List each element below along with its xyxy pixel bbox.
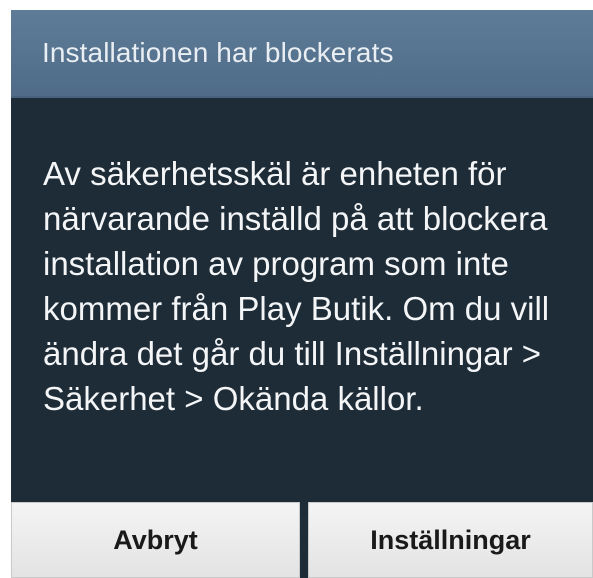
cancel-button[interactable]: Avbryt: [11, 502, 300, 578]
dialog-message: Av säkerhetsskäl är enheten för närvaran…: [43, 155, 550, 417]
dialog-button-bar: Avbryt Inställningar: [11, 492, 593, 578]
settings-button[interactable]: Inställningar: [308, 502, 593, 578]
dialog-header: Installationen har blockerats: [11, 10, 593, 98]
install-blocked-dialog: Installationen har blockerats Av säkerhe…: [11, 10, 593, 578]
dialog-title: Installationen har blockerats: [42, 37, 394, 68]
